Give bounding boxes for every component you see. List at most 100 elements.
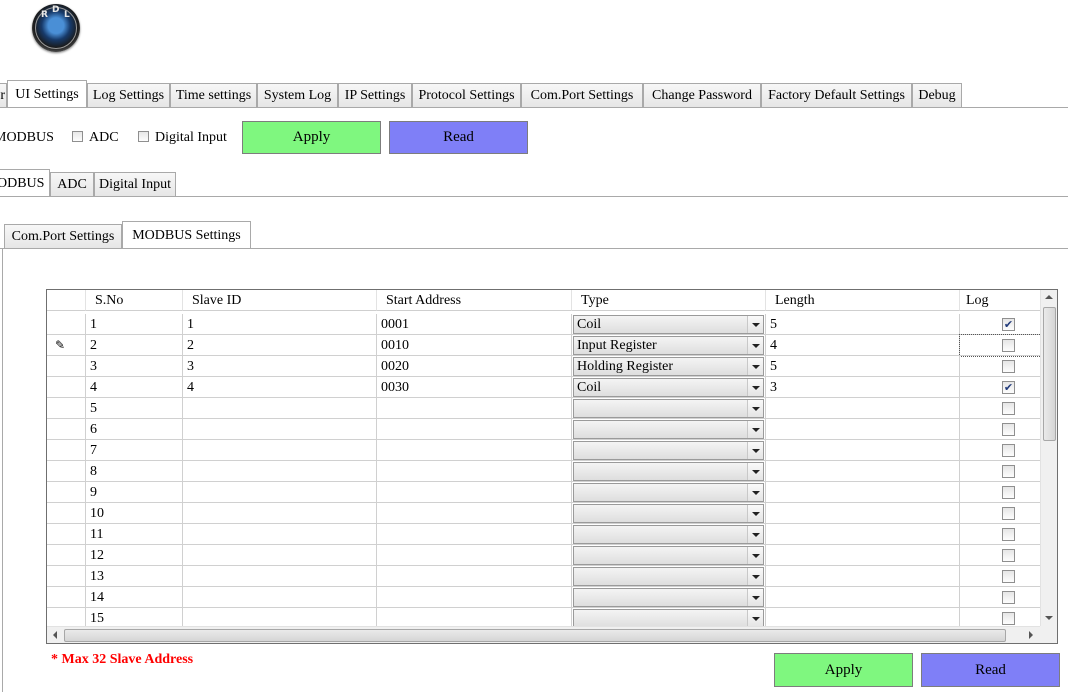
chevron-down-icon[interactable] xyxy=(747,358,763,375)
table-row[interactable]: 7 xyxy=(47,440,1041,461)
col-header-length[interactable]: Length xyxy=(766,290,960,311)
cell-slave-id[interactable] xyxy=(183,482,377,503)
chevron-down-icon[interactable] xyxy=(747,463,763,480)
cell-type[interactable] xyxy=(572,503,766,524)
cell-start-address[interactable] xyxy=(377,566,572,587)
cell-slave-id[interactable] xyxy=(183,398,377,419)
cell-sno[interactable]: 14 xyxy=(86,587,183,608)
type-dropdown[interactable] xyxy=(573,483,764,502)
row-header[interactable] xyxy=(47,440,86,461)
cell-length[interactable]: 3 xyxy=(766,377,960,398)
cell-log[interactable]: ✔ xyxy=(960,314,1041,335)
cell-start-address[interactable] xyxy=(377,482,572,503)
cell-start-address[interactable]: 0020 xyxy=(377,356,572,377)
col-header-log[interactable]: Log xyxy=(960,290,1041,311)
type-dropdown[interactable] xyxy=(573,420,764,439)
table-row[interactable]: 5 xyxy=(47,398,1041,419)
cell-sno[interactable]: 5 xyxy=(86,398,183,419)
cell-length[interactable] xyxy=(766,461,960,482)
table-row[interactable]: 4 4 0030 Coil 3 ✔ xyxy=(47,377,1041,398)
cell-log[interactable] xyxy=(960,398,1041,419)
cell-sno[interactable]: 13 xyxy=(86,566,183,587)
cell-length[interactable] xyxy=(766,440,960,461)
chevron-down-icon[interactable] xyxy=(747,484,763,501)
type-dropdown[interactable] xyxy=(573,399,764,418)
cell-type[interactable]: Coil xyxy=(572,314,766,335)
table-row[interactable]: 9 xyxy=(47,482,1041,503)
chevron-down-icon[interactable] xyxy=(747,316,763,333)
cell-log[interactable] xyxy=(960,440,1041,461)
cell-slave-id[interactable] xyxy=(183,461,377,482)
cell-type[interactable] xyxy=(572,398,766,419)
cell-log[interactable] xyxy=(960,545,1041,566)
cell-start-address[interactable]: 0001 xyxy=(377,314,572,335)
cell-sno[interactable]: 6 xyxy=(86,419,183,440)
row-header[interactable] xyxy=(47,356,86,377)
apply-button-top[interactable]: Apply xyxy=(242,121,381,154)
table-row[interactable]: 12 xyxy=(47,545,1041,566)
log-checkbox[interactable] xyxy=(1002,570,1015,583)
cell-log[interactable] xyxy=(960,524,1041,545)
cell-type[interactable] xyxy=(572,419,766,440)
table-row[interactable]: 10 xyxy=(47,503,1041,524)
cell-start-address[interactable] xyxy=(377,461,572,482)
tab-inner-com-port-settings[interactable]: Com.Port Settings xyxy=(4,224,122,248)
read-button-bottom[interactable]: Read xyxy=(921,653,1060,687)
row-header[interactable] xyxy=(47,566,86,587)
cell-sno[interactable]: 9 xyxy=(86,482,183,503)
cell-length[interactable] xyxy=(766,587,960,608)
cell-sno[interactable]: 8 xyxy=(86,461,183,482)
cell-sno[interactable]: 12 xyxy=(86,545,183,566)
type-dropdown[interactable] xyxy=(573,588,764,607)
scroll-left-icon[interactable] xyxy=(53,631,57,639)
tab-modbus-settings[interactable]: MODBUS Settings xyxy=(122,221,251,248)
cell-sno[interactable]: 4 xyxy=(86,377,183,398)
log-checkbox[interactable] xyxy=(1002,360,1015,373)
cell-length[interactable] xyxy=(766,524,960,545)
cell-type[interactable] xyxy=(572,482,766,503)
type-dropdown[interactable] xyxy=(573,525,764,544)
cell-start-address[interactable]: 0010 xyxy=(377,335,572,356)
cell-length[interactable] xyxy=(766,419,960,440)
cell-sno[interactable]: 1 xyxy=(86,314,183,335)
row-header[interactable] xyxy=(47,587,86,608)
chevron-down-icon[interactable] xyxy=(747,610,763,627)
row-header[interactable] xyxy=(47,398,86,419)
cell-sno[interactable]: 3 xyxy=(86,356,183,377)
cell-sno[interactable]: 7 xyxy=(86,440,183,461)
type-dropdown[interactable] xyxy=(573,567,764,586)
col-header-type[interactable]: Type xyxy=(572,290,766,311)
tab-ui-settings[interactable]: UI Settings xyxy=(7,80,87,107)
cell-log[interactable] xyxy=(960,356,1041,377)
row-header[interactable] xyxy=(47,524,86,545)
type-dropdown[interactable]: Holding Register xyxy=(573,357,764,376)
cell-type[interactable] xyxy=(572,461,766,482)
vertical-scroll-thumb[interactable] xyxy=(1043,307,1056,441)
tab-debug[interactable]: Debug xyxy=(912,83,962,107)
log-checkbox[interactable] xyxy=(1002,528,1015,541)
vertical-scrollbar[interactable] xyxy=(1040,290,1057,626)
log-checkbox[interactable] xyxy=(1002,507,1015,520)
tab-modbus[interactable]: ODBUS xyxy=(0,169,50,196)
row-header[interactable]: ✎ xyxy=(47,335,86,356)
log-checkbox-checked[interactable]: ✔ xyxy=(1002,381,1015,394)
cell-log[interactable] xyxy=(960,419,1041,440)
cell-type[interactable]: Coil xyxy=(572,377,766,398)
cell-length[interactable] xyxy=(766,503,960,524)
chevron-down-icon[interactable] xyxy=(747,526,763,543)
cell-log[interactable] xyxy=(960,482,1041,503)
row-header[interactable] xyxy=(47,482,86,503)
type-dropdown[interactable]: Input Register xyxy=(573,336,764,355)
tab-ip-settings[interactable]: IP Settings xyxy=(338,83,412,107)
log-checkbox[interactable] xyxy=(1002,339,1015,352)
cell-slave-id[interactable]: 3 xyxy=(183,356,377,377)
chevron-down-icon[interactable] xyxy=(747,547,763,564)
adc-checkbox[interactable]: ADC xyxy=(72,128,119,148)
tab-digital-input[interactable]: Digital Input xyxy=(94,172,176,196)
type-dropdown[interactable] xyxy=(573,441,764,460)
log-checkbox[interactable] xyxy=(1002,402,1015,415)
log-checkbox[interactable] xyxy=(1002,549,1015,562)
cell-start-address[interactable] xyxy=(377,503,572,524)
table-row[interactable]: 3 3 0020 Holding Register 5 xyxy=(47,356,1041,377)
cell-slave-id[interactable] xyxy=(183,440,377,461)
